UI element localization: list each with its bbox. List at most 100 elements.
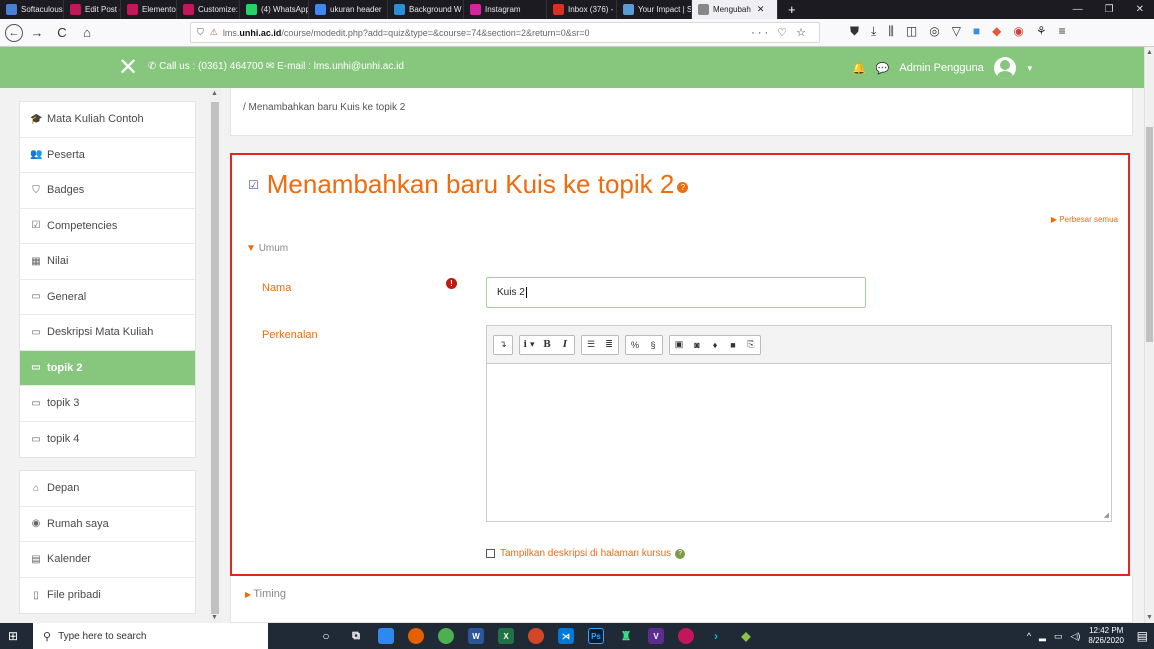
sidebar-scroll-thumb[interactable] xyxy=(211,102,219,614)
sidebar-item-competencies[interactable]: ☑ Competencies xyxy=(20,209,195,244)
video-icon[interactable]: ■ xyxy=(724,336,742,354)
scroll-up-icon[interactable]: ▲ xyxy=(1146,49,1153,56)
browser-tab[interactable]: Inbox (376) - l xyxy=(547,0,617,19)
paragraph-style-icon[interactable]: i ▾ xyxy=(520,336,538,354)
battery-icon[interactable]: ▭ xyxy=(1054,631,1063,642)
clock[interactable]: 12:42 PM 8/26/2020 xyxy=(1088,626,1124,646)
microphone-icon[interactable]: ♦ xyxy=(706,336,724,354)
chevron-up-icon[interactable]: ^ xyxy=(1027,631,1031,641)
name-field[interactable]: Kuis 2 xyxy=(486,277,866,308)
browser-tab[interactable]: (4) WhatsApp xyxy=(240,0,309,19)
chat-icon[interactable]: 💬 xyxy=(876,62,890,75)
close-tab-icon[interactable]: ✕ xyxy=(757,4,765,15)
help-icon[interactable]: ? xyxy=(677,182,689,193)
filter-icon[interactable]: ▽ xyxy=(952,24,961,39)
extension-circle-icon[interactable]: ◉ xyxy=(1013,24,1023,39)
page-scrollbar[interactable]: ▲ ▼ xyxy=(1144,47,1154,623)
menu-icon[interactable]: ≡ xyxy=(1059,24,1066,39)
sidebar-item-badges[interactable]: ⛉ Badges xyxy=(20,173,195,209)
sidebar-item-mata-kuliah-contoh[interactable]: 🎓 Mata Kuliah Contoh xyxy=(20,102,195,138)
sidebar-item-nilai[interactable]: ▦ Nilai xyxy=(20,244,195,280)
photoshop-icon[interactable]: Ps xyxy=(588,628,604,644)
powerpoint-icon[interactable] xyxy=(528,628,544,644)
link-icon[interactable]: % xyxy=(626,336,644,354)
word-icon[interactable]: W xyxy=(468,628,484,644)
restore-icon[interactable]: ❐ xyxy=(1105,4,1114,15)
sidebar-scrollbar[interactable]: ▲ ▼ xyxy=(209,88,221,623)
breadcrumb[interactable]: / Menambahkan baru Kuis ke topik 2 xyxy=(243,102,405,113)
excel-icon[interactable]: X xyxy=(498,628,514,644)
browser-tab[interactable]: ukuran header xyxy=(309,0,388,19)
bold-icon[interactable]: B xyxy=(538,336,556,354)
network-icon[interactable]: ▂ xyxy=(1039,631,1046,642)
notification-icon[interactable]: ▤ xyxy=(1137,629,1148,643)
scroll-up-icon[interactable]: ▲ xyxy=(211,90,218,97)
windows-start-icon[interactable]: ⊞ xyxy=(0,623,26,649)
browser-tab[interactable]: Elementor | Do xyxy=(121,0,177,19)
ordered-list-icon[interactable]: ≣ xyxy=(600,336,618,354)
extension-blue-icon[interactable]: ■ xyxy=(973,24,980,39)
page-actions[interactable]: ··· ♡ ☆ xyxy=(751,26,809,39)
firefox-icon[interactable] xyxy=(408,628,424,644)
reload-button[interactable]: C xyxy=(51,22,73,44)
close-window-icon[interactable]: ✕ xyxy=(1136,4,1144,15)
sidebar-item-file-pribadi[interactable]: ▯ File pribadi xyxy=(20,578,195,614)
extension-icon[interactable]: ◎ xyxy=(929,24,939,39)
vscode-icon[interactable]: ⋊ xyxy=(558,628,574,644)
show-more-icon[interactable]: ↴ xyxy=(494,336,512,354)
extension-puzzle-icon[interactable]: ⚘ xyxy=(1036,24,1047,39)
app-green-icon[interactable]: ◆ xyxy=(738,628,754,644)
user-name[interactable]: Admin Pengguna xyxy=(899,62,983,74)
browser-tab[interactable]: Instagram xyxy=(464,0,547,19)
show-description-checkbox[interactable] xyxy=(486,549,495,558)
back-button[interactable]: ← xyxy=(5,23,23,42)
sidebar-item-topik-3[interactable]: ▭ topik 3 xyxy=(20,386,195,422)
sidebar-item-topik-4[interactable]: ▭ topik 4 xyxy=(20,422,195,458)
cortana-icon[interactable]: ○ xyxy=(318,628,334,644)
image-icon[interactable]: ▣ xyxy=(670,336,688,354)
task-view-icon[interactable]: ⧉ xyxy=(348,628,364,644)
sidebar-item-rumah-saya[interactable]: ◉ Rumah saya xyxy=(20,507,195,542)
sidebar-item-topik-2[interactable]: ▭ topik 2 xyxy=(20,350,195,386)
vivado-icon[interactable]: V xyxy=(648,628,664,644)
browser-tab[interactable]: Mengubah ✕ xyxy=(692,0,778,19)
android-icon[interactable]: ♜ xyxy=(618,628,634,644)
extension-color-icon[interactable]: ◆ xyxy=(992,24,1001,39)
unlink-icon[interactable]: § xyxy=(644,336,662,354)
pocket-icon[interactable]: ⛊ xyxy=(850,24,859,39)
scroll-down-icon[interactable]: ▼ xyxy=(211,614,218,621)
section-general-toggle[interactable]: ▼ Umum xyxy=(246,243,288,254)
page-scroll-thumb[interactable] xyxy=(1146,127,1153,342)
browser-tab[interactable]: Edit Post ‹ — V xyxy=(64,0,121,19)
browser-tab[interactable]: Background W xyxy=(388,0,464,19)
unordered-list-icon[interactable]: ☰ xyxy=(582,336,600,354)
sidebar-item-kalender[interactable]: ▤ Kalender xyxy=(20,542,195,578)
chevron-down-icon[interactable]: ▼ xyxy=(1026,64,1034,73)
forward-button[interactable]: → xyxy=(26,22,48,44)
scroll-down-icon[interactable]: ▼ xyxy=(1146,614,1153,621)
browser-tab[interactable]: Softaculous - S xyxy=(0,0,64,19)
close-drawer-icon[interactable]: ✕ xyxy=(118,53,138,82)
app-red-icon[interactable] xyxy=(678,628,694,644)
taskbar-search[interactable]: ⚲ Type here to search xyxy=(33,623,268,649)
sidebar-icon[interactable]: ◫ xyxy=(906,24,917,39)
browser-tab[interactable]: Customize: Do xyxy=(177,0,240,19)
address-bar[interactable]: ⛉ ⚠ lms. unhi.ac.id/course/modedit.php?ad… xyxy=(190,22,820,43)
volume-icon[interactable]: ◁) xyxy=(1070,631,1080,642)
sidebar-item-peserta[interactable]: 👥 Peserta xyxy=(20,138,195,173)
expand-all-link[interactable]: ▶ Perbesar semua xyxy=(1051,215,1118,224)
show-description-option[interactable]: Tampilkan deskripsi di halaman kursus ? xyxy=(486,548,686,559)
media-icon[interactable]: ◙ xyxy=(688,336,706,354)
sidebar-item-depan[interactable]: ⌂ Depan xyxy=(20,471,195,507)
intro-editor[interactable]: ↴ i ▾ B I ☰ ≣ % § ▣ ◙ ♦ ■ ⎘ ◢ xyxy=(486,325,1112,522)
sidebar-item-deskripsi-mata-kuliah[interactable]: ▭ Deskripsi Mata Kuliah xyxy=(20,315,195,351)
sidebar-item-general[interactable]: ▭ General xyxy=(20,280,195,315)
terminal-icon[interactable]: › xyxy=(708,628,724,644)
download-icon[interactable]: ⤓ xyxy=(871,24,876,39)
bell-icon[interactable]: 🔔 xyxy=(852,62,866,75)
home-button[interactable]: ⌂ xyxy=(76,22,98,44)
new-tab-button[interactable]: + xyxy=(778,2,806,17)
manage-files-icon[interactable]: ⎘ xyxy=(742,336,760,354)
help-icon[interactable]: ? xyxy=(675,548,686,559)
avatar[interactable] xyxy=(993,57,1016,79)
